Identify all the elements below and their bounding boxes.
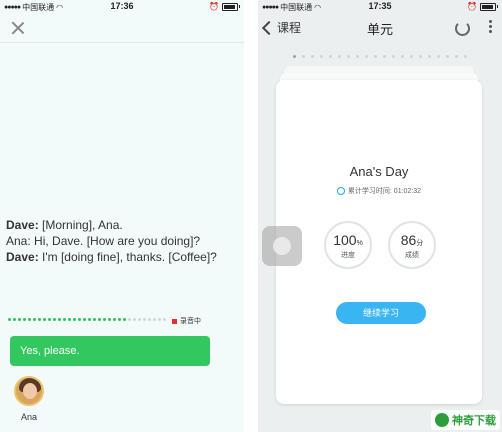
progress-dot	[153, 318, 156, 321]
progress-dot	[33, 318, 36, 321]
progress-dot	[158, 318, 161, 321]
progress-dot	[28, 318, 31, 321]
reply-bubble[interactable]: Yes, please.	[10, 336, 210, 366]
progress-dot	[103, 318, 106, 321]
progress-dot	[163, 318, 166, 321]
avatar[interactable]	[14, 376, 44, 406]
score-unit: 分	[416, 240, 424, 247]
progress-dot	[43, 318, 46, 321]
progress-dot	[53, 318, 56, 321]
progress-dot	[143, 318, 146, 321]
progress-dot	[58, 318, 61, 321]
status-time: 17:35	[368, 1, 392, 11]
dialogue-line: Dave: I'm [doing fine], thanks. [Coffee]…	[6, 250, 217, 264]
progress-dot	[108, 318, 111, 321]
speaker: Dave:	[6, 218, 39, 232]
score-label: 成绩	[405, 252, 419, 259]
progress-dot	[118, 318, 121, 321]
progress-label: 进度	[341, 252, 355, 259]
progress-value: 100	[333, 232, 357, 248]
progress-dot	[123, 318, 126, 321]
nav-bar: 课程 单元	[258, 14, 502, 42]
progress-unit: %	[356, 240, 363, 247]
progress-dot	[128, 318, 131, 321]
recording-indicator: 录音中	[172, 316, 201, 326]
progress-stat: 100% 进度	[324, 221, 372, 269]
progress-dot	[18, 318, 21, 321]
study-time-label: 累计学习时间: 01:02:32	[347, 188, 422, 195]
progress-dot	[83, 318, 86, 321]
progress-dot	[23, 318, 26, 321]
progress-dot	[48, 318, 51, 321]
score-value: 86	[400, 232, 417, 248]
progress-dot	[38, 318, 41, 321]
clock-icon	[336, 187, 345, 195]
progress-dot	[113, 318, 116, 321]
progress-dot	[63, 318, 66, 321]
study-time: 累计学习时间: 01:02:32	[276, 186, 482, 196]
more-icon[interactable]	[489, 20, 492, 33]
status-time: 17:36	[110, 1, 134, 11]
progress-dot	[78, 318, 81, 321]
progress-dot	[8, 318, 11, 321]
progress-dot	[88, 318, 91, 321]
divider	[0, 42, 244, 43]
watermark-logo-icon	[435, 413, 449, 427]
alarm-icon: ⏰	[467, 2, 477, 11]
speaker: Ana:	[6, 234, 31, 248]
line-text: Hi, Dave. [How are you doing]?	[30, 234, 201, 248]
progress-dot	[133, 318, 136, 321]
progress-dot	[138, 318, 141, 321]
progress-dot	[148, 318, 151, 321]
status-bar: ●●●●● 中国联通 ◠ 17:36 ⏰	[0, 0, 244, 14]
page-indicator	[258, 55, 502, 58]
score-stat: 86分 成绩	[388, 221, 436, 269]
lesson-card[interactable]: Ana's Day 累计学习时间: 01:02:32 100% 进度 86分 成…	[276, 80, 482, 404]
progress-dots	[8, 318, 166, 321]
left-screen: ●●●●● 中国联通 ◠ 17:36 ⏰ Dave: [Morning], An…	[0, 0, 244, 432]
watermark: 神奇下载	[431, 410, 500, 430]
battery-icon	[480, 2, 496, 11]
speaker: Dave:	[6, 250, 39, 264]
progress-dot	[73, 318, 76, 321]
progress-dot	[13, 318, 16, 321]
refresh-icon[interactable]	[455, 21, 470, 36]
record-icon	[172, 318, 177, 324]
progress-dot	[93, 318, 96, 321]
alarm-icon: ⏰	[209, 2, 219, 11]
line-text: [Morning], Ana.	[38, 218, 123, 232]
progress-dot	[98, 318, 101, 321]
floating-assistive-button[interactable]	[262, 226, 302, 266]
close-icon[interactable]	[10, 20, 26, 36]
avatar-name: Ana	[20, 412, 37, 422]
battery-icon	[222, 2, 238, 11]
line-text: I'm [doing fine], thanks. [Coffee]?	[38, 250, 217, 264]
dialogue-line: Ana: Hi, Dave. [How are you doing]?	[6, 234, 200, 248]
continue-button[interactable]: 继续学习	[336, 302, 426, 324]
dialogue-line: Dave: [Morning], Ana.	[6, 218, 123, 232]
status-bar: ●●●●● 中国联通 ◠ 17:35 ⏰	[258, 0, 502, 14]
progress-dot	[68, 318, 71, 321]
recording-label: 录音中	[180, 318, 201, 325]
lesson-title: Ana's Day	[349, 164, 409, 179]
watermark-text: 神奇下载	[452, 415, 496, 427]
